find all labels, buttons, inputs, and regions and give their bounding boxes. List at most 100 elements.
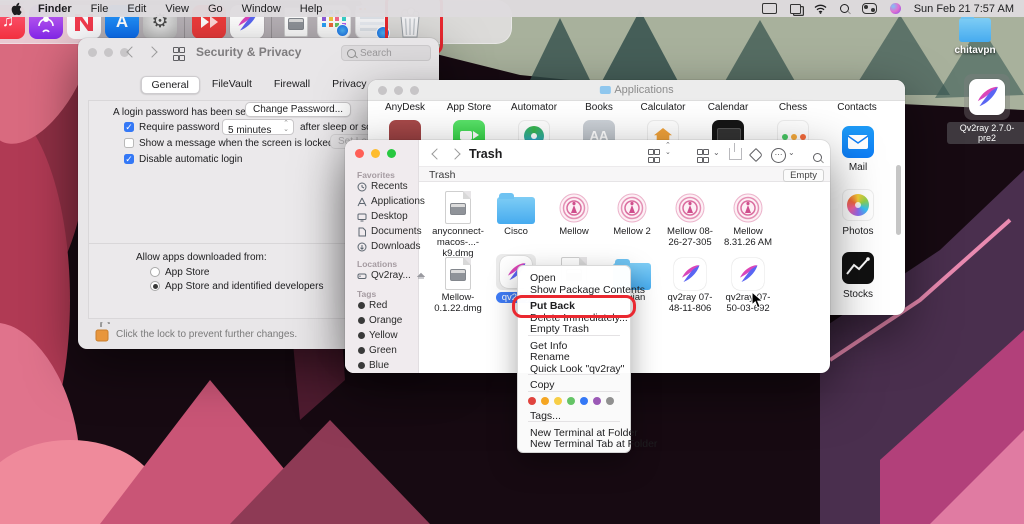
trash-item[interactable]: anyconnect-macos-...-k9.dmg [429,188,487,260]
sidebar-item-documents[interactable]: Documents [357,226,422,237]
require-password-checkbox[interactable]: ✓ [124,122,134,132]
sidebar-item-tag-red[interactable]: Red [358,300,387,311]
app-label[interactable]: Chess [761,102,825,113]
show-all-icon[interactable] [173,47,183,61]
trash-item[interactable]: Mellow 08-26-27-305 [661,188,719,248]
group-by-icon[interactable] [697,149,707,163]
menu-item-tags[interactable]: Tags... [530,410,561,422]
menu-item-quick-look[interactable]: Quick Look "qv2ray" [530,363,624,375]
scrollbar[interactable] [896,165,901,235]
control-center-icon[interactable] [862,3,877,14]
menu-item-empty-trash[interactable]: Empty Trash [530,323,589,335]
change-password-button[interactable]: Change Password... [245,102,351,117]
sidebar-item-tag-yellow[interactable]: Yellow [358,330,398,341]
menu-file[interactable]: File [91,3,109,15]
sidebar-item-applications[interactable]: Applications [357,196,425,207]
app-label[interactable]: Calendar [696,102,760,113]
menu-item-delete-immediately[interactable]: Delete Immediately... [530,312,628,324]
stocks-icon[interactable] [842,252,874,284]
sidebar-item-downloads[interactable]: Downloads [357,241,420,252]
icon-view-icon[interactable] [648,149,658,163]
app-label[interactable]: App Store [437,102,501,113]
forward-icon[interactable] [449,148,460,159]
mail-icon[interactable] [842,126,874,158]
menu-item-copy[interactable]: Copy [530,379,555,391]
tab-filevault[interactable]: FileVault [202,76,262,94]
sidebar-item-desktop[interactable]: Desktop [357,211,408,222]
close-button[interactable] [378,86,387,95]
more-chevron-icon[interactable]: ⌄ [788,148,795,157]
menu-item-new-terminal-at-folder[interactable]: New Terminal at Folder [530,427,638,439]
group-chevron-icon[interactable]: ⌄ [713,148,720,157]
sidebar-item-tag-orange[interactable]: Orange [358,315,402,326]
eject-icon[interactable] [417,272,425,280]
tag-red-icon[interactable] [528,397,536,405]
menu-item-put-back[interactable]: Put Back [530,300,575,312]
sidebar-item-tag-blue[interactable]: Blue [358,360,389,371]
unlocked-padlock-icon[interactable] [94,322,110,342]
apple-menu-icon[interactable] [10,2,22,16]
require-password-dropdown[interactable]: 5 minutes ⌃⌄ [222,119,294,135]
close-button[interactable] [355,149,364,158]
trash-item[interactable]: Mellow [545,188,603,237]
minimize-button[interactable] [394,86,403,95]
share-icon[interactable] [729,148,742,160]
tag-green-icon[interactable] [567,397,575,405]
tag-grey-icon[interactable] [606,397,614,405]
menu-item-show-package-contents[interactable]: Show Package Contents [530,284,645,296]
desktop-icon-chitavpn[interactable]: chitavpn [940,18,1010,56]
disable-auto-login-checkbox[interactable]: ✓ [124,154,134,164]
sidebar-item-recents[interactable]: Recents [357,181,408,192]
trash-item[interactable]: Mellow 8.31.26 AM [719,188,777,248]
photos-icon[interactable] [842,189,874,221]
close-button[interactable] [88,48,97,57]
tag-purple-icon[interactable] [593,397,601,405]
tag-orange-icon[interactable] [541,397,549,405]
app-label[interactable]: Books [567,102,631,113]
wifi-icon[interactable] [814,4,827,14]
trash-item[interactable]: qv2ray 07-50-03-692 [719,254,777,314]
tag-blue-icon[interactable] [580,397,588,405]
app-label[interactable]: Photos [826,226,890,237]
menu-view[interactable]: View [165,3,189,15]
back-icon[interactable] [431,148,442,159]
screen-mirroring-icon[interactable] [790,4,801,14]
search-field[interactable]: Search [341,45,431,61]
radio-identified-developers[interactable] [150,281,160,291]
menu-bar-clock[interactable]: Sun Feb 21 7:57 AM [914,3,1014,15]
trash-item[interactable]: Mellow 2 [603,188,661,237]
sidebar-item-tag-green[interactable]: Green [358,345,397,356]
desktop-icon-qv2ray[interactable]: Qv2ray 2.7.0-pre2 [947,74,1024,146]
show-message-checkbox[interactable] [124,138,134,148]
minimize-button[interactable] [104,48,113,57]
display-icon[interactable] [762,3,777,14]
trash-item[interactable]: Cisco [487,188,545,237]
tag-yellow-icon[interactable] [554,397,562,405]
more-actions-icon[interactable]: ⋯ [771,148,786,163]
menu-finder[interactable]: Finder [38,3,72,15]
zoom-button[interactable] [410,86,419,95]
tab-firewall[interactable]: Firewall [264,76,320,94]
zoom-button[interactable] [387,149,396,158]
trash-item[interactable]: Mellow-0.1.22.dmg [429,254,487,314]
tab-general[interactable]: General [140,76,199,94]
minimize-button[interactable] [371,149,380,158]
siri-icon[interactable] [890,3,901,14]
tag-icon[interactable] [749,148,763,162]
menu-go[interactable]: Go [208,3,223,15]
search-icon[interactable] [813,153,822,162]
trash-item[interactable]: qv2ray 07-48-11-806 [661,254,719,314]
menu-help[interactable]: Help [300,3,323,15]
app-label[interactable]: Contacts [825,102,889,113]
app-label[interactable]: Stocks [826,289,890,300]
app-label[interactable]: Calculator [631,102,695,113]
menu-window[interactable]: Window [242,3,281,15]
menu-item-new-terminal-tab-at-folder[interactable]: New Terminal Tab at Folder [530,438,657,450]
app-label[interactable]: AnyDesk [373,102,437,113]
menu-item-rename[interactable]: Rename [530,351,570,363]
radio-app-store[interactable] [150,267,160,277]
menu-item-get-info[interactable]: Get Info [530,340,567,352]
forward-icon[interactable] [146,46,157,57]
empty-trash-button[interactable]: Empty [783,169,824,182]
menu-item-open[interactable]: Open [530,272,556,284]
